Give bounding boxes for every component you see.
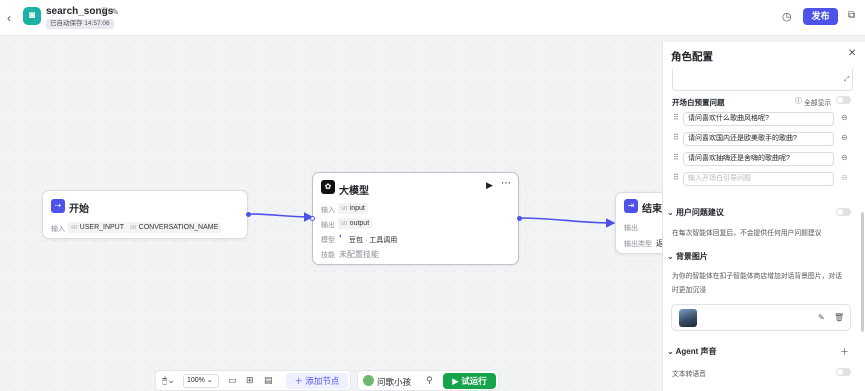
llm-skills-value: 未配置技能 [339,250,379,259]
remove-icon[interactable]: ⊖ [841,173,848,182]
drag-handle-icon[interactable]: ⠿ [673,113,679,122]
mouse-mode-icon[interactable]: 🖰⌄ [162,375,175,386]
expand-icon[interactable]: ⤢ [844,76,850,84]
user-suggestion-title[interactable]: ⌄ 用户问题建议 [667,207,724,218]
bg-image-desc: 为你的智能体在扣子智能体商店增加对话背景图片，对话 [672,273,842,280]
info-icon[interactable]: ⓘ [100,7,109,17]
question-input[interactable]: 请问喜欢抽嗨还是舍嗨的歌曲呢? [683,152,834,166]
question-row: ⠿ 请问喜欢什么歌曲风格呢? ⊖ [671,112,851,126]
model-icon: ◐ [339,233,344,240]
llm-skills-label: 技能 [321,252,335,259]
prologue-preset-label: 开场白预置问题 [672,98,725,107]
end-node-title: 结束 [642,204,662,215]
remove-icon[interactable]: ⊖ [841,133,848,142]
zoom-select[interactable]: 100% ⌄ [183,374,219,388]
show-all-toggle[interactable] [836,96,851,104]
remove-icon[interactable]: ⊖ [841,153,848,162]
agent-name[interactable]: 问歌小孩 [377,376,411,388]
output-port[interactable] [246,212,251,217]
auto-layout-icon[interactable]: ⊞ [246,375,254,386]
play-icon[interactable]: ▶ [486,180,493,191]
question-row: ⠿ 输入开场白引导问题 ⊖ [671,172,851,186]
edge-start-llm [247,212,314,222]
history-icon[interactable]: ◷ [782,10,792,23]
bg-image-desc: 时更加沉浸 [672,287,706,294]
show-all-label: 全部显示 [804,100,832,107]
question-row: ⠿ 请问喜欢国内还是欧美歌手的歌曲? ⊖ [671,132,851,146]
start-node-title: 开始 [69,204,89,215]
drag-handle-icon[interactable]: ⠿ [673,133,679,142]
param-chip: str USER_INPUT [68,222,128,233]
start-input-label: 输入 [51,226,65,233]
input-port[interactable] [310,216,315,221]
panel-scrollbar[interactable] [861,212,864,332]
end-icon: ⇥ [624,199,638,213]
bg-image-thumbnail[interactable] [679,309,697,327]
info-icon: ⓘ [795,98,802,105]
comment-icon[interactable]: ▤ [264,375,273,386]
edit-icon[interactable]: ✎ [818,313,825,322]
minimap-icon[interactable]: ▭ [228,375,237,386]
param-chip: str CONVERSATION_NAME [127,222,222,233]
llm-icon: ✿ [321,180,335,194]
llm-model-value: 豆包 · 工具调用 [349,237,398,244]
llm-node[interactable]: ✿ 大模型 ▶ ⋯ 输入 str input 输出 str output 模型 ◐ … [310,172,522,265]
save-status-badge: 已自动保存 14:57:06 [46,19,114,29]
publish-button[interactable]: 发布 [803,8,838,25]
plus-icon[interactable]: ＋ [840,345,849,358]
llm-model-label: 模型 [321,237,335,244]
llm-input-label: 输入 [321,207,335,214]
question-input[interactable]: 请问喜欢国内还是欧美歌手的歌曲? [683,132,834,146]
remove-icon[interactable]: ⊖ [841,113,848,122]
param-chip: str input [338,203,368,214]
llm-output-label: 输出 [321,222,335,229]
start-node[interactable]: ⇢ 开始 输入 str USER_INPUT str CONVERSATION_NA… [42,190,251,239]
panel-title: 角色配置 [671,51,713,63]
chat-bubble-icon: ◙ [23,7,41,25]
edit-icon[interactable]: ✎ [112,7,120,17]
end-output-label: 输出 [624,225,638,232]
question-input-empty[interactable]: 输入开场白引导问题 [683,172,834,186]
output-port[interactable] [517,216,522,221]
drag-handle-icon[interactable]: ⠿ [673,173,679,182]
question-input[interactable]: 请问喜欢什么歌曲风格呢? [683,112,834,126]
canvas-toolbar: 🖰⌄ 100% ⌄ ▭ ⊞ ▤ ＋ 添加节点 [155,370,351,391]
role-config-panel: 角色配置 ✕ ⤢ 开场白预置问题 ⓘ 全部显示 ⠿ 请问喜欢什么歌曲风格呢? ⊖… [662,42,865,391]
layout-icon[interactable]: ⧉ [848,10,855,21]
drag-handle-icon[interactable]: ⠿ [673,153,679,162]
prologue-editor[interactable]: ⤢ [672,69,853,91]
edge-llm-end [518,217,616,228]
top-bar: ‹ ◙ search_songs ⓘ ✎ 已自动保存 14:57:06 ◷ 发布… [0,0,865,36]
end-output-type-label: 输出类型 [624,241,652,248]
bg-image-card: ✎ 🗑 [671,304,851,331]
add-node-button[interactable]: ＋ 添加节点 [286,373,348,389]
tts-label: 文本转语音 [672,371,706,378]
title-actions: ⓘ ✎ [100,5,119,18]
tool-icon[interactable]: ⚲ [426,375,433,386]
trash-icon[interactable]: 🗑 [834,313,844,322]
param-chip: str output [338,218,373,229]
close-icon[interactable]: ✕ [848,48,856,59]
test-run-button[interactable]: ▶ 试运行 [443,373,496,389]
start-icon: ⇢ [51,199,65,213]
more-icon[interactable]: ⋯ [501,178,511,189]
tts-toggle[interactable] [836,368,851,376]
agent-avatar [363,375,374,386]
agent-voice-title[interactable]: ⌄ Agent 声音 [667,346,717,357]
user-suggestion-desc: 在每次智能体回复后，不会提供任何用户问题建议 [672,230,822,237]
workflow-canvas[interactable]: ⇢ 开始 输入 str USER_INPUT str CONVERSATION_NA… [0,36,705,391]
llm-node-title: 大模型 [339,186,369,197]
bg-image-title[interactable]: ⌄ 背景图片 [667,251,708,262]
user-suggestion-toggle[interactable] [836,208,851,216]
run-toolbar: 问歌小孩 ⚲ ▶ 试运行 [357,370,499,391]
question-row: ⠿ 请问喜欢抽嗨还是舍嗨的歌曲呢? ⊖ [671,152,851,166]
chevron-left-icon[interactable]: ‹ [7,11,11,25]
